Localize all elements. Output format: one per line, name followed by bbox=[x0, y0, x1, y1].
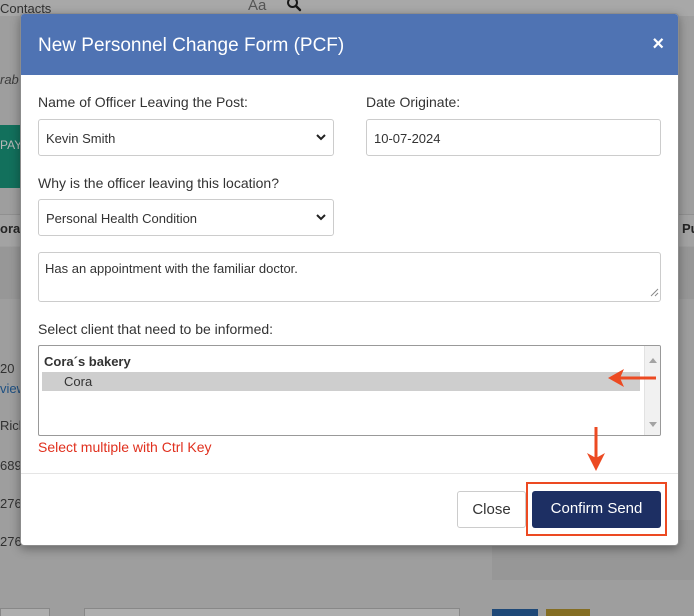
modal-title: New Personnel Change Form (PCF) bbox=[38, 35, 345, 56]
comment-text: Has an appointment with the familiar doc… bbox=[45, 261, 298, 276]
officer-select[interactable]: Kevin Smith bbox=[38, 119, 334, 156]
officer-select-value: Kevin Smith bbox=[46, 131, 116, 146]
client-option-selected[interactable]: Cora bbox=[42, 372, 640, 391]
officer-label: Name of Officer Leaving the Post: bbox=[38, 94, 248, 110]
chevron-down-icon bbox=[315, 211, 327, 226]
reason-label: Why is the officer leaving this location… bbox=[38, 175, 279, 191]
pcf-modal: New Personnel Change Form (PCF) × Name o… bbox=[20, 13, 679, 546]
client-group-label: Cora´s bakery bbox=[44, 354, 131, 369]
confirm-send-button[interactable]: Confirm Send bbox=[532, 491, 661, 528]
chevron-down-icon bbox=[315, 131, 327, 146]
resize-grip-icon[interactable] bbox=[649, 285, 659, 300]
reason-select-value: Personal Health Condition bbox=[46, 211, 198, 226]
clients-label: Select client that need to be informed: bbox=[38, 321, 274, 337]
scroll-down-icon[interactable] bbox=[649, 416, 657, 431]
multi-select-hint: Select multiple with Ctrl Key bbox=[38, 439, 212, 455]
comment-textarea[interactable]: Has an appointment with the familiar doc… bbox=[38, 252, 661, 302]
date-label: Date Originate: bbox=[366, 94, 461, 110]
date-input[interactable]: 10-07-2024 bbox=[366, 119, 661, 156]
date-input-value: 10-07-2024 bbox=[374, 131, 441, 146]
annotation-arrow-down bbox=[584, 425, 608, 476]
close-button[interactable]: Close bbox=[457, 491, 526, 528]
modal-header: New Personnel Change Form (PCF) × bbox=[21, 14, 678, 75]
clients-listbox[interactable]: Cora´s bakery Cora bbox=[38, 345, 661, 436]
scroll-up-icon[interactable] bbox=[649, 351, 657, 366]
close-icon[interactable]: × bbox=[652, 33, 664, 56]
reason-select[interactable]: Personal Health Condition bbox=[38, 199, 334, 236]
annotation-arrow-left bbox=[606, 366, 658, 393]
footer-divider bbox=[21, 473, 678, 474]
